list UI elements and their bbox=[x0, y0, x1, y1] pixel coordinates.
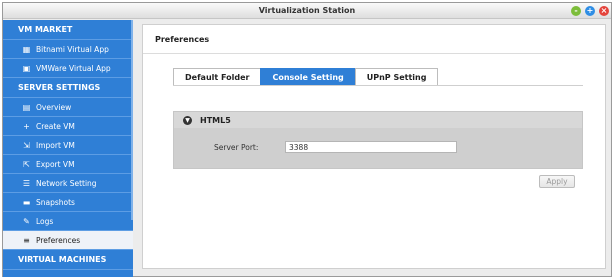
close-icon[interactable]: × bbox=[599, 6, 609, 16]
sidebar-item-label: VMWare Virtual App bbox=[36, 63, 111, 73]
apply-button[interactable]: Apply bbox=[539, 175, 575, 188]
tab-default-folder[interactable]: Default Folder bbox=[173, 68, 262, 86]
sidebar-item-label: Network Setting bbox=[36, 178, 97, 188]
sidebar-section-server-settings: SERVER SETTINGS bbox=[3, 78, 133, 98]
sidebar-item-label: Overview bbox=[36, 102, 72, 112]
sidebar-item-import-vm[interactable]: ⇲ Import VM bbox=[3, 136, 133, 155]
tab-bar: Default Folder Console Setting UPnP Sett… bbox=[173, 68, 439, 86]
sidebar-item-preferences[interactable]: ≡ Preferences bbox=[3, 231, 133, 250]
sidebar-item-label: Preferences bbox=[36, 235, 81, 245]
html5-section-body: Server Port: bbox=[173, 128, 583, 169]
network-icon: ☰ bbox=[22, 178, 31, 188]
sidebar-item-create-vm[interactable]: + Create VM bbox=[3, 117, 133, 136]
tab-underline bbox=[173, 85, 583, 86]
sidebar-item-vmware-virtual-app[interactable]: ▣ VMWare Virtual App bbox=[3, 59, 133, 78]
server-port-label: Server Port: bbox=[214, 143, 259, 152]
server-port-input[interactable] bbox=[285, 141, 457, 153]
plus-icon: + bbox=[23, 121, 30, 131]
title-divider bbox=[143, 53, 605, 54]
logs-icon: ✎ bbox=[23, 216, 30, 226]
sidebar-scrollbar[interactable] bbox=[131, 20, 133, 220]
page-title: Preferences bbox=[155, 35, 210, 44]
preferences-panel: Preferences Default Folder Console Setti… bbox=[142, 24, 606, 269]
sidebar-item-label: Export VM bbox=[36, 159, 75, 169]
sidebar-item-label: Snapshots bbox=[36, 197, 75, 207]
app-window: Virtualization Station - + × VM MARKET ▦… bbox=[2, 2, 612, 277]
sidebar-item-label: Bitnami Virtual App bbox=[36, 44, 109, 54]
sidebar-item-network-setting[interactable]: ☰ Network Setting bbox=[3, 174, 133, 193]
section-title: HTML5 bbox=[200, 116, 231, 125]
overview-icon: ▤ bbox=[22, 102, 31, 112]
window-title: Virtualization Station bbox=[258, 6, 356, 15]
tab-console-setting[interactable]: Console Setting bbox=[260, 68, 356, 86]
import-icon: ⇲ bbox=[23, 140, 30, 150]
sidebar: VM MARKET ▦ Bitnami Virtual App ▣ VMWare… bbox=[3, 20, 133, 277]
sidebar-item-label: Import VM bbox=[36, 140, 75, 150]
sidebar-item-bitnami-virtual-app[interactable]: ▦ Bitnami Virtual App bbox=[3, 40, 133, 59]
sidebar-section-vm-market: VM MARKET bbox=[3, 20, 133, 40]
vmware-icon: ▣ bbox=[22, 63, 31, 73]
sidebar-item-label: Logs bbox=[36, 216, 54, 226]
sidebar-section-virtual-machines: VIRTUAL MACHINES bbox=[3, 250, 133, 270]
html5-section-header[interactable]: ▼ HTML5 bbox=[173, 111, 583, 129]
bitnami-icon: ▦ bbox=[22, 44, 31, 54]
title-bar: Virtualization Station - + × bbox=[3, 3, 611, 19]
sidebar-item-snapshots[interactable]: ▬ Snapshots bbox=[3, 193, 133, 212]
sidebar-item-overview[interactable]: ▤ Overview bbox=[3, 98, 133, 117]
sidebar-item-label: Create VM bbox=[36, 121, 75, 131]
preferences-icon: ≡ bbox=[23, 235, 30, 245]
chevron-down-icon[interactable]: ▼ bbox=[183, 116, 192, 125]
tab-upnp-setting[interactable]: UPnP Setting bbox=[354, 68, 439, 86]
sidebar-item-export-vm[interactable]: ⇱ Export VM bbox=[3, 155, 133, 174]
minimize-icon[interactable]: - bbox=[571, 6, 581, 16]
export-icon: ⇱ bbox=[23, 159, 30, 169]
folder-icon: ▬ bbox=[22, 197, 31, 207]
maximize-icon[interactable]: + bbox=[585, 6, 595, 16]
sidebar-item-logs[interactable]: ✎ Logs bbox=[3, 212, 133, 231]
